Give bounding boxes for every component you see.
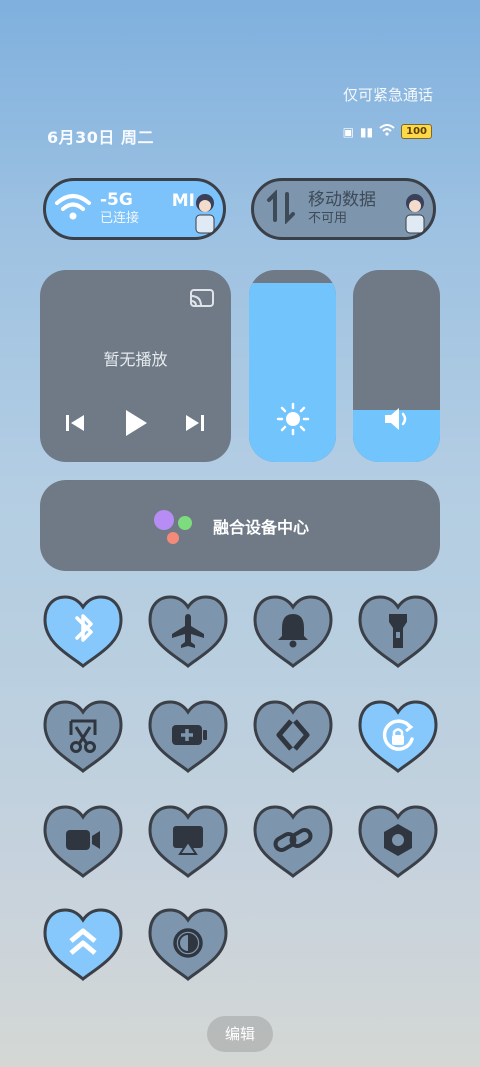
toggle-bluetooth[interactable] (41, 592, 125, 670)
edit-button[interactable]: 编辑 (207, 1016, 273, 1052)
toggle-link[interactable] (251, 802, 335, 880)
sim-icon: ▣ (342, 124, 354, 139)
device-center-icon (154, 510, 192, 544)
toggle-airplane[interactable] (146, 592, 230, 670)
previous-track-icon[interactable] (64, 412, 86, 434)
mobile-data-tile[interactable]: 移动数据 不可用 (251, 178, 436, 240)
wifi-tile[interactable]: -5G 已连接 MI (43, 178, 226, 240)
volume-icon (385, 408, 407, 430)
status-bar-icons: ▣ ▮▮ 100 (343, 124, 432, 139)
toggle-screen-record[interactable] (41, 802, 125, 880)
toggle-flashlight[interactable] (356, 592, 440, 670)
mobile-data-title: 移动数据 (308, 190, 376, 210)
dark-mode-icon (173, 928, 203, 958)
toggle-performance[interactable] (41, 905, 125, 983)
toggle-share[interactable] (251, 697, 335, 775)
emergency-call-text: 仅可紧急通话 (342, 86, 433, 104)
toggle-bell[interactable] (251, 592, 335, 670)
toggle-screenshot[interactable] (41, 697, 125, 775)
play-icon[interactable] (122, 407, 150, 439)
cast-screen-icon[interactable] (189, 288, 215, 310)
brightness-slider[interactable] (249, 270, 336, 462)
battery-indicator: 100 (401, 124, 432, 139)
device-center-label: 融合设备中心 (213, 518, 310, 537)
wifi-status: 已连接 (100, 211, 140, 226)
mobile-data-status: 不可用 (308, 211, 348, 226)
next-track-icon[interactable] (184, 412, 206, 434)
media-title: 暂无播放 (103, 350, 168, 369)
wifi-status-icon (379, 124, 395, 139)
date-label: 6月30日 周二 (47, 128, 154, 147)
brightness-icon (276, 402, 310, 436)
toggle-settings-nut[interactable] (356, 802, 440, 880)
volume-slider[interactable] (353, 270, 440, 462)
character-sticker-icon (405, 194, 425, 234)
toggle-battery-saver[interactable] (146, 697, 230, 775)
wifi-name: -5G (100, 190, 133, 210)
toggle-dark-mode[interactable] (146, 905, 230, 983)
data-arrows-icon (254, 189, 308, 228)
toggle-cast[interactable] (146, 802, 230, 880)
toggle-rotation-lock[interactable] (356, 697, 440, 775)
battery-saver-icon (172, 725, 207, 745)
character-sticker-icon (195, 194, 215, 234)
signal-icon: ▮▮ (359, 124, 374, 139)
wifi-icon (46, 192, 100, 226)
